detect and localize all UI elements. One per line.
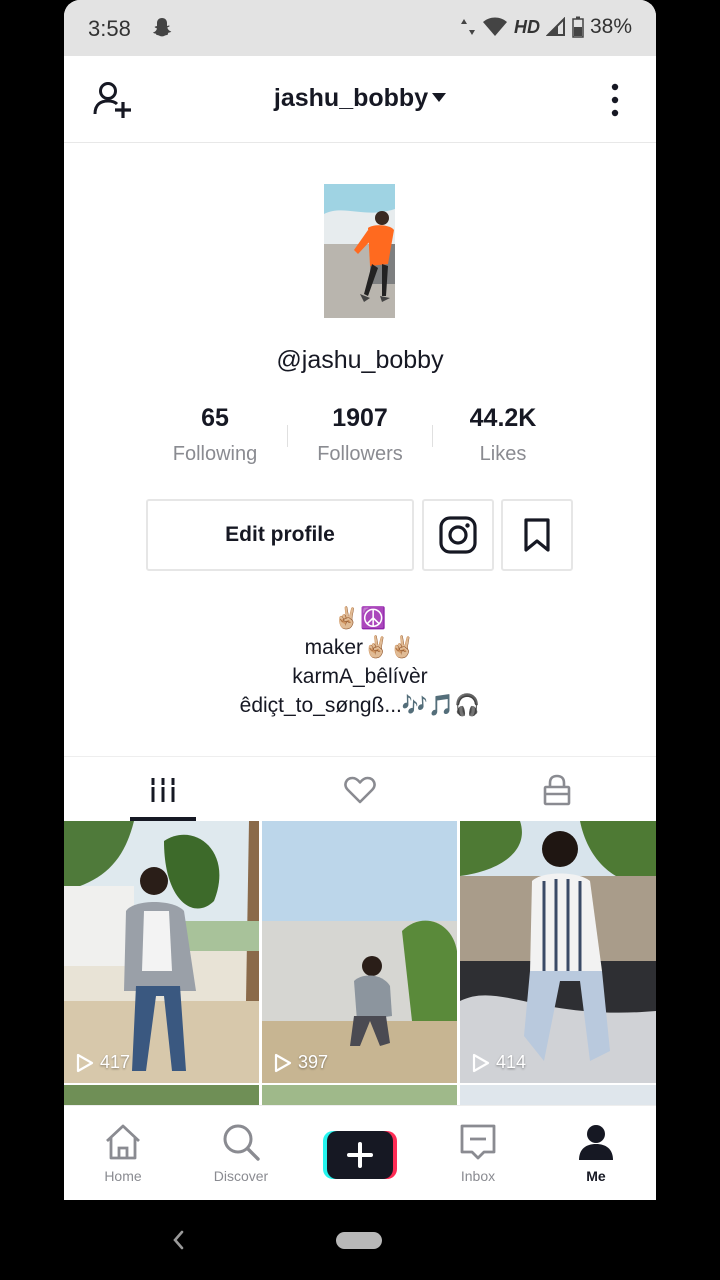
nav-discover[interactable]: Discover [186, 1106, 296, 1200]
likes-stat: 44.2K Likes [428, 404, 578, 466]
instagram-icon [439, 516, 477, 554]
signal-icon [545, 17, 565, 36]
view-count: 397 [298, 1052, 329, 1072]
play-icon [76, 1053, 94, 1072]
tab-videos[interactable] [64, 757, 261, 822]
nav-me[interactable]: Me [541, 1106, 651, 1200]
inbox-icon [460, 1124, 496, 1160]
lock-icon [543, 774, 571, 805]
network-label: HD [513, 16, 540, 37]
phone-screen: 3:58 HD 38% jashu_bobby @jashu_bobby 65 … [64, 0, 656, 1200]
nav-me-label: Me [586, 1168, 606, 1184]
video-thumbnail[interactable]: 397 [262, 821, 457, 1083]
favorites-button[interactable] [501, 499, 573, 571]
followers-label: Followers [317, 443, 403, 465]
bookmark-icon [524, 518, 550, 552]
header-username: jashu_bobby [273, 84, 429, 112]
grid-icon [150, 777, 175, 802]
wifi-icon [482, 17, 507, 36]
system-navigation-bar [0, 1200, 720, 1280]
following-count: 65 [201, 404, 229, 432]
more-options-icon[interactable] [604, 82, 626, 118]
video-thumbnail[interactable]: 414 [460, 821, 656, 1083]
snapchat-icon [153, 18, 172, 37]
username-dropdown[interactable]: jashu_bobby [64, 84, 656, 113]
view-count: 414 [496, 1052, 527, 1072]
edit-profile-button[interactable]: Edit profile [146, 499, 414, 571]
profile-bio: ✌🏼☮️ maker✌🏼✌🏼 karmA_bêlívèr êdiçt_to_sø… [64, 604, 656, 720]
instagram-button[interactable] [422, 499, 494, 571]
followers-stat[interactable]: 1907 Followers [285, 404, 435, 466]
nav-home-label: Home [104, 1168, 142, 1184]
video-grid: 417 397 414 [64, 821, 656, 1115]
play-count: 417 [76, 1052, 130, 1073]
status-time: 3:58 [88, 16, 131, 41]
video-thumbnail-image [64, 821, 259, 1083]
play-count: 414 [472, 1052, 526, 1073]
back-icon[interactable] [170, 1228, 186, 1252]
home-pill[interactable] [336, 1232, 382, 1249]
bio-line: ✌🏼☮️ [333, 607, 387, 630]
likes-label: Likes [479, 443, 527, 465]
battery-level: 38% [589, 15, 632, 38]
video-thumbnail-image [460, 821, 656, 1083]
following-stat[interactable]: 65 Following [140, 404, 290, 466]
play-count: 397 [274, 1052, 328, 1073]
heart-icon [343, 776, 376, 803]
bio-line: maker✌🏼✌🏼 [304, 636, 416, 659]
create-video-button[interactable] [323, 1131, 397, 1179]
data-arrows-icon [460, 19, 475, 35]
tab-private[interactable] [458, 757, 656, 822]
profile-handle: @jashu_bobby [276, 346, 444, 374]
battery-icon [572, 16, 584, 38]
nav-home[interactable]: Home [68, 1106, 178, 1200]
likes-count: 44.2K [469, 404, 537, 432]
nav-discover-label: Discover [213, 1168, 269, 1184]
video-thumbnail-image [262, 821, 457, 1083]
profile-icon [579, 1125, 613, 1160]
profile-header: jashu_bobby [64, 56, 656, 143]
nav-inbox[interactable]: Inbox [423, 1106, 533, 1200]
status-right: HD 38% [460, 15, 632, 39]
video-thumbnail[interactable]: 417 [64, 821, 259, 1083]
following-label: Following [172, 443, 258, 465]
bottom-navigation: Home Discover Inbox Me [64, 1105, 656, 1200]
avatar[interactable] [324, 184, 395, 318]
home-icon [106, 1124, 140, 1160]
chevron-down-icon [432, 92, 447, 102]
tab-liked[interactable] [261, 757, 458, 822]
play-icon [472, 1053, 490, 1072]
bio-line: karmA_bêlívèr [292, 665, 428, 688]
status-bar: 3:58 HD 38% [64, 0, 656, 56]
search-icon [223, 1124, 260, 1161]
content-tabs [64, 756, 656, 821]
bio-line: êdiçt_to_søngß...🎶🎵🎧 [239, 694, 481, 717]
followers-count: 1907 [332, 404, 388, 432]
nav-inbox-label: Inbox [460, 1168, 496, 1184]
view-count: 417 [100, 1052, 131, 1072]
play-icon [274, 1053, 292, 1072]
